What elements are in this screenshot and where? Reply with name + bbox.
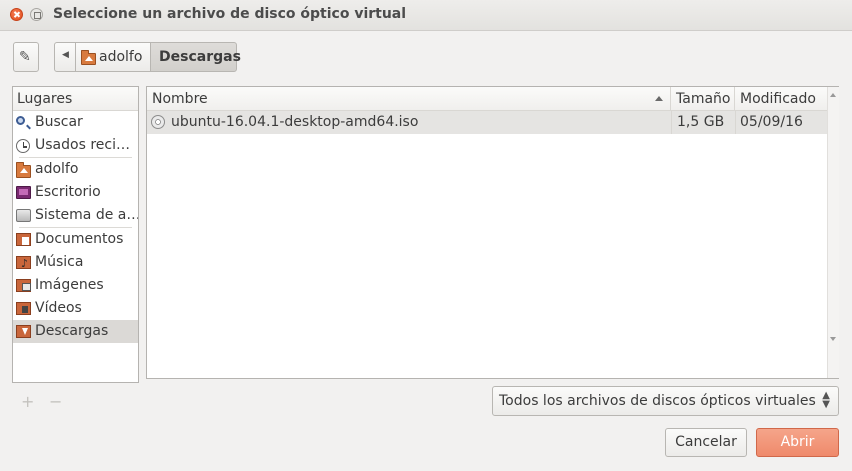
maximize-window-button[interactable] xyxy=(30,8,43,21)
sidebar-item-label: Sistema de a… xyxy=(35,207,138,223)
sidebar-item-label: Imágenes xyxy=(35,277,104,293)
pictures-folder-icon xyxy=(16,279,31,292)
path-button-label: Descargas xyxy=(159,49,241,65)
column-header-size[interactable]: Tamaño xyxy=(671,87,735,110)
sidebar-item-home[interactable]: adolfo xyxy=(13,158,138,181)
sidebar-item-label: Usados reci… xyxy=(35,137,130,153)
disc-image-icon xyxy=(151,115,165,129)
documents-folder-icon xyxy=(16,233,31,246)
type-location-button[interactable]: ✎ xyxy=(13,42,39,72)
title-bar: Seleccione un archivo de disco óptico vi… xyxy=(0,0,852,31)
search-icon xyxy=(16,116,25,125)
file-row[interactable]: ubuntu-16.04.1-desktop-amd64.iso 1,5 GB … xyxy=(147,111,827,134)
sidebar-item-recent[interactable]: Usados reci… xyxy=(13,134,138,157)
cancel-button[interactable]: Cancelar xyxy=(665,428,747,457)
column-header-label: Modificado xyxy=(740,91,816,107)
sidebar-item-descargas[interactable]: Descargas xyxy=(13,320,138,343)
places-sidebar: Lugares Buscar Usados reci… adolfo Escri… xyxy=(12,86,139,383)
path-button-home[interactable]: adolfo xyxy=(76,42,151,72)
file-modified: 05/09/16 xyxy=(740,114,803,130)
sidebar-item-imagenes[interactable]: Imágenes xyxy=(13,274,138,297)
path-button-descargas[interactable]: Descargas xyxy=(150,42,241,72)
drive-icon xyxy=(16,209,31,222)
sort-ascending-icon xyxy=(655,96,663,101)
downloads-folder-icon xyxy=(16,325,31,338)
file-size: 1,5 GB xyxy=(677,114,725,130)
remove-bookmark-button[interactable]: − xyxy=(49,392,62,411)
add-bookmark-button[interactable]: + xyxy=(21,392,34,411)
home-folder-icon xyxy=(16,162,31,178)
sidebar-item-musica[interactable]: Música xyxy=(13,251,138,274)
file-list: Nombre Tamaño Modificado ubuntu-16.04.1-… xyxy=(146,86,839,379)
sidebar-item-filesystem[interactable]: Sistema de a… xyxy=(13,204,138,227)
column-header-modified[interactable]: Modificado xyxy=(735,87,827,110)
sidebar-item-label: Buscar xyxy=(35,114,83,130)
path-scroll-left-button[interactable]: ◀ xyxy=(54,42,76,72)
arrow-left-icon: ◀ xyxy=(62,50,69,60)
vertical-scrollbar[interactable] xyxy=(827,87,839,378)
close-window-button[interactable] xyxy=(10,8,23,21)
open-button[interactable]: Abrir xyxy=(756,428,839,457)
sidebar-item-buscar[interactable]: Buscar xyxy=(13,111,138,134)
videos-folder-icon xyxy=(16,302,31,315)
places-header: Lugares xyxy=(13,87,138,111)
sidebar-item-videos[interactable]: Vídeos xyxy=(13,297,138,320)
home-folder-icon xyxy=(81,50,96,65)
sidebar-item-label: Música xyxy=(35,254,84,270)
sidebar-item-label: Descargas xyxy=(35,323,109,339)
scroll-up-icon xyxy=(830,93,836,97)
desktop-icon xyxy=(16,186,31,199)
scroll-down-icon xyxy=(830,337,836,341)
sidebar-item-documentos[interactable]: Documentos xyxy=(13,228,138,251)
recent-clock-icon xyxy=(16,139,30,153)
music-folder-icon xyxy=(16,252,31,274)
column-header-label: Tamaño xyxy=(676,91,731,107)
sidebar-item-label: adolfo xyxy=(35,161,79,177)
sidebar-item-escritorio[interactable]: Escritorio xyxy=(13,181,138,204)
column-header-label: Nombre xyxy=(152,91,208,107)
window-title: Seleccione un archivo de disco óptico vi… xyxy=(53,6,407,22)
file-type-filter-select[interactable]: Todos los archivos de discos ópticos vir… xyxy=(492,386,839,416)
sidebar-item-label: Documentos xyxy=(35,231,124,247)
up-down-chevron-icon: ▲ ▼ xyxy=(822,390,830,410)
pencil-icon: ✎ xyxy=(19,49,31,65)
file-type-filter-label: Todos los archivos de discos ópticos vir… xyxy=(499,393,816,409)
file-list-header: Nombre Tamaño Modificado xyxy=(147,87,827,111)
path-button-label: adolfo xyxy=(99,49,143,65)
file-name: ubuntu-16.04.1-desktop-amd64.iso xyxy=(171,114,419,130)
column-header-name[interactable]: Nombre xyxy=(147,87,671,110)
sidebar-item-label: Escritorio xyxy=(35,184,101,200)
sidebar-item-label: Vídeos xyxy=(35,300,82,316)
